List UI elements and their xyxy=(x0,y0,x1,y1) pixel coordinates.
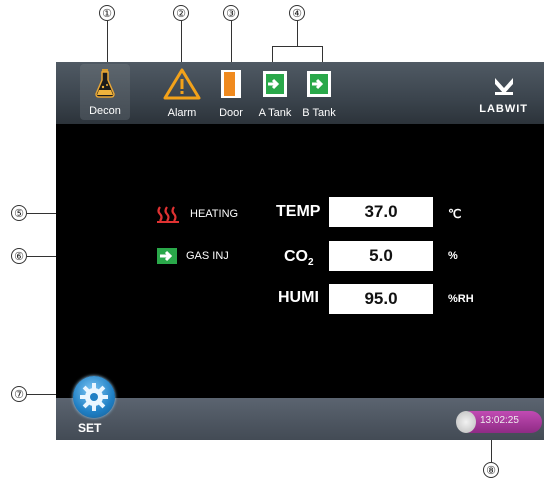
brand-logo-icon xyxy=(494,78,513,95)
decon-button[interactable]: Decon xyxy=(80,64,130,120)
door-label: Door xyxy=(219,107,243,119)
callout-5: ⑤ xyxy=(11,205,27,221)
temp-value-field[interactable]: 37.0 xyxy=(329,197,433,227)
humi-unit: %RH xyxy=(448,293,474,305)
device-screen: Decon Alarm Door A Tank B Tank LABWIT HE… xyxy=(56,62,544,440)
callout-2: ② xyxy=(173,5,189,21)
humi-value-field[interactable]: 95.0 xyxy=(329,284,433,314)
a-tank-icon xyxy=(263,71,287,97)
co2-value-field[interactable]: 5.0 xyxy=(329,241,433,271)
brand-logo: LABWIT xyxy=(479,76,528,115)
b-tank-icon xyxy=(307,71,331,97)
set-button[interactable] xyxy=(73,376,115,418)
callout-6: ⑥ xyxy=(11,248,27,264)
heating-label: HEATING xyxy=(190,208,239,220)
door-item[interactable]: Door xyxy=(215,68,247,119)
a-tank-label: A Tank xyxy=(258,107,292,119)
callout-2-line xyxy=(181,21,182,65)
alarm-label: Alarm xyxy=(167,107,197,119)
gas-inj-icon xyxy=(157,248,177,264)
heating-icon xyxy=(157,206,179,223)
gear-icon xyxy=(80,383,108,411)
b-tank-label: B Tank xyxy=(302,107,336,119)
decon-item: Decon xyxy=(80,68,130,117)
co2-label-subscript: 2 xyxy=(308,257,314,269)
callout-4: ④ xyxy=(289,5,305,21)
callout-7: ⑦ xyxy=(11,386,27,402)
alarm-item[interactable]: Alarm xyxy=(162,68,202,119)
flask-icon xyxy=(95,69,115,98)
alarm-warning-icon xyxy=(163,68,201,100)
clock-icon xyxy=(456,411,476,433)
callout-4-bracket xyxy=(272,46,323,47)
set-label: SET xyxy=(78,421,102,435)
gas-inj-indicator: GAS INJ xyxy=(156,247,229,265)
callout-1-line xyxy=(107,21,108,65)
co2-unit: % xyxy=(448,250,458,262)
brand-name: LABWIT xyxy=(479,103,528,115)
gas-inj-label: GAS INJ xyxy=(186,250,229,262)
top-bar: Decon Alarm Door A Tank B Tank LABWIT xyxy=(56,62,544,124)
clock-display: 13:02:25 xyxy=(456,411,542,433)
heating-indicator: HEATING xyxy=(156,205,238,223)
callout-3: ③ xyxy=(223,5,239,21)
clock-time: 13:02:25 xyxy=(480,415,519,426)
callout-4-line xyxy=(297,21,298,46)
callout-8: ⑧ xyxy=(483,462,499,478)
decon-label: Decon xyxy=(89,105,121,117)
temp-label: TEMP xyxy=(276,203,321,220)
co2-label-text: CO xyxy=(284,248,308,265)
humi-label: HUMI xyxy=(278,289,319,306)
co2-label: CO2 xyxy=(284,248,314,268)
callout-1: ① xyxy=(99,5,115,21)
callout-3-line xyxy=(231,21,232,65)
a-tank-item[interactable]: A Tank xyxy=(257,68,293,119)
b-tank-item[interactable]: B Tank xyxy=(301,68,337,119)
door-icon xyxy=(221,70,241,98)
temp-unit: ℃ xyxy=(448,207,462,221)
